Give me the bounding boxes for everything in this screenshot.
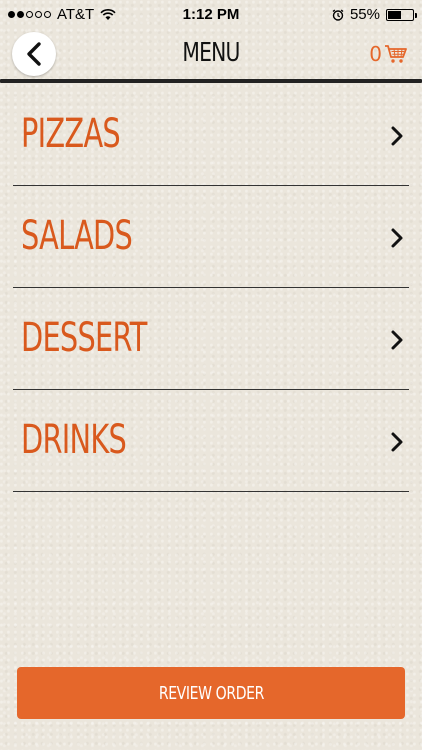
header-divider <box>0 79 422 83</box>
menu-list: PIZZAS SALADS DESSERT DRINKS <box>13 84 409 492</box>
menu-item-label: DESSERT <box>21 315 147 361</box>
review-order-label: REVIEW ORDER <box>158 682 264 704</box>
menu-item-dessert[interactable]: DESSERT <box>13 288 409 390</box>
nav-bar: MENU 0 <box>0 30 422 82</box>
battery-fill <box>388 10 402 19</box>
menu-item-label: SALADS <box>21 213 133 259</box>
review-order-button[interactable]: REVIEW ORDER <box>17 667 405 719</box>
chevron-right-icon <box>391 432 403 452</box>
shopping-cart-icon <box>385 45 407 63</box>
menu-item-pizzas[interactable]: PIZZAS <box>13 84 409 186</box>
chevron-right-icon <box>391 228 403 248</box>
menu-item-salads[interactable]: SALADS <box>13 186 409 288</box>
chevron-right-icon <box>391 126 403 146</box>
menu-item-label: DRINKS <box>21 417 127 463</box>
status-right: 55% <box>332 6 417 23</box>
page-title: MENU <box>182 38 240 68</box>
cart-button[interactable]: 0 <box>369 42 408 66</box>
status-bar: AT&T 1:12 PM 55% <box>0 0 422 30</box>
cart-count: 0 <box>369 42 382 66</box>
chevron-right-icon <box>391 330 403 350</box>
menu-item-drinks[interactable]: DRINKS <box>13 390 409 492</box>
battery-percent: 55% <box>349 6 380 23</box>
chevron-left-icon <box>27 42 41 66</box>
alarm-clock-icon <box>332 8 344 21</box>
battery-icon <box>386 8 417 21</box>
menu-item-label: PIZZAS <box>21 111 121 157</box>
